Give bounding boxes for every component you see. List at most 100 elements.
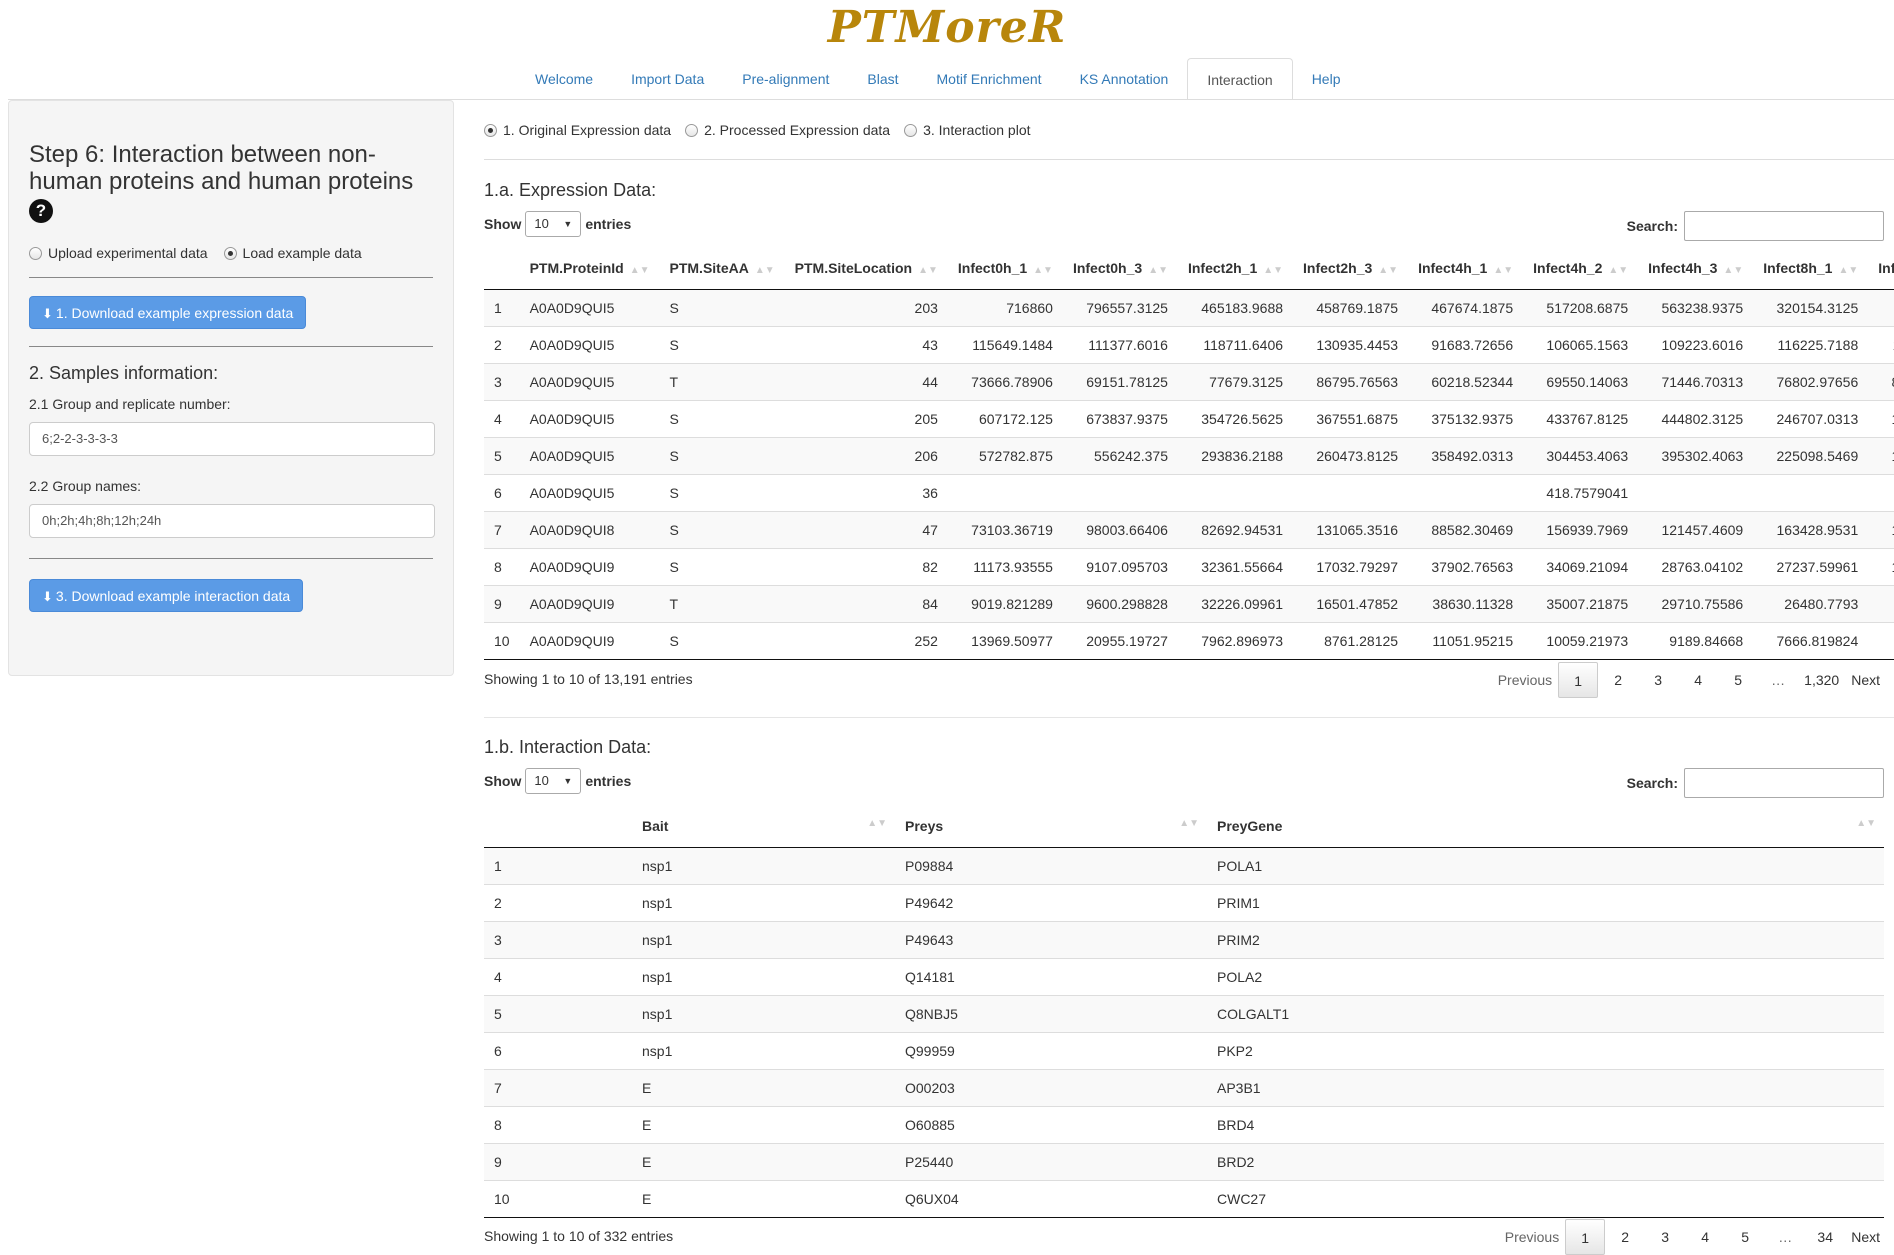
pagination-ellipsis: … (1771, 672, 1786, 688)
radio-circle-checked-icon[interactable] (484, 123, 497, 137)
column-header[interactable]: Infect4h_2 ▲▼ (1523, 247, 1639, 290)
table-row: 4 A0A0D9QUI5 S 205 607172.125 673837.9375 3547… (484, 399, 1894, 437)
table-cell: 109223.6016 (1638, 325, 1754, 363)
table-cell: P49643 (895, 920, 1207, 958)
table-cell: 4 (484, 399, 520, 437)
column-header[interactable]: PreyGene ▲▼ (1207, 805, 1884, 848)
radio-load-example[interactable]: Load example data (223, 245, 362, 261)
group-names-input[interactable]: 0h;2h;4h;8h;12h;24h (29, 504, 435, 538)
radio-circle-checked-icon[interactable] (223, 246, 237, 260)
page-button[interactable]: 4 (1678, 662, 1718, 698)
table-cell: 3 (484, 362, 520, 400)
table-cell: 73666.78906 (947, 362, 1063, 400)
column-header[interactable]: Infect8h_2▲▼ (1868, 247, 1894, 290)
column-header-label: Infect8h_1 (1763, 259, 1833, 276)
table-cell: 4 (484, 957, 632, 995)
column-header[interactable]: Infect2h_3 ▲▼ (1293, 247, 1409, 290)
data-source-radios: Upload experimental data Load example da… (29, 245, 433, 261)
column-header[interactable]: Infect2h_1 ▲▼ (1177, 247, 1294, 290)
tab-welcome[interactable]: Welcome (516, 58, 612, 100)
view-radio-option[interactable]: 3. Interaction plot (904, 122, 1031, 138)
sort-arrows-icon[interactable]: ▲▼ (1723, 265, 1743, 276)
sort-arrows-icon[interactable]: ▲▼ (1838, 265, 1858, 276)
expression-search-input[interactable] (1684, 211, 1884, 241)
view-radio-option[interactable]: 2. Processed Expression data (685, 122, 890, 138)
page-button[interactable]: 4 (1685, 1219, 1725, 1255)
question-circle-icon[interactable]: ? (29, 199, 53, 223)
page-button[interactable]: 5 (1718, 662, 1758, 698)
table-cell: 8 (484, 1105, 632, 1143)
column-header[interactable]: PTM.SiteLocation ▲▼ (784, 247, 948, 290)
download-expression-button[interactable]: ⬇ 1. Download example expression data (29, 296, 307, 329)
table-row: 6 nsp1 Q99959 PKP2 (484, 1031, 1884, 1069)
page-button[interactable]: 1 (1558, 662, 1599, 698)
column-header[interactable]: Preys ▲▼ (895, 805, 1207, 848)
page-button[interactable]: 1,320 (1798, 662, 1845, 698)
view-radio-option[interactable]: 1. Original Expression data (484, 122, 671, 138)
page-button[interactable]: 2 (1605, 1219, 1645, 1255)
tab-pre-alignment[interactable]: Pre-alignment (723, 58, 848, 100)
sort-arrows-icon[interactable]: ▲▼ (1148, 265, 1168, 276)
table-cell: 82692.94531 (1177, 510, 1294, 548)
sort-arrows-icon[interactable]: ▲▼ (1608, 265, 1628, 276)
sort-arrows-icon[interactable]: ▲▼ (918, 265, 938, 276)
next-button[interactable]: Next (1845, 1219, 1886, 1255)
page-button[interactable]: 2 (1598, 662, 1638, 698)
column-header[interactable]: Infect4h_3 ▲▼ (1638, 247, 1754, 290)
expression-page-size-select[interactable]: 10 ▼ (525, 211, 582, 237)
interaction-search-input[interactable] (1684, 768, 1884, 798)
sort-arrows-icon[interactable]: ▲▼ (867, 818, 887, 829)
table-cell: 9600.298828 (1062, 584, 1178, 622)
column-header[interactable]: Infect8h_1 ▲▼ (1753, 247, 1869, 290)
column-header[interactable]: PTM.SiteAA ▲▼ (659, 247, 785, 290)
interaction-page-size-select[interactable]: 10 ▼ (525, 768, 582, 794)
table-cell: 5 (484, 436, 520, 474)
column-header[interactable]: Infect4h_1 ▲▼ (1408, 247, 1524, 290)
sort-arrows-icon[interactable]: ▲▼ (1263, 265, 1283, 276)
sort-arrows-icon[interactable]: ▲▼ (1493, 265, 1513, 276)
table-cell: 10059.21973 (1523, 621, 1639, 660)
column-header[interactable]: PTM.ProteinId ▲▼ (519, 247, 660, 290)
column-header-label: Infect0h_1 (957, 259, 1028, 276)
table-cell: nsp1 (632, 883, 895, 921)
group-replicate-input[interactable]: 6;2-2-3-3-3-3 (29, 422, 435, 456)
radio-circle-icon[interactable] (29, 246, 42, 260)
table-row: 1 nsp1 P09884 POLA1 (484, 846, 1884, 884)
table-cell: 27237.59961 (1753, 547, 1869, 585)
next-button[interactable]: Next (1845, 662, 1886, 698)
table-cell: 73103.36719 (947, 510, 1063, 548)
sort-arrows-icon[interactable]: ▲▼ (1033, 265, 1053, 276)
sort-arrows-icon[interactable]: ▲▼ (1179, 818, 1199, 829)
column-header[interactable]: Infect0h_1 ▲▼ (947, 247, 1063, 290)
previous-button[interactable]: Previous (1499, 1219, 1565, 1255)
radio-circle-icon[interactable] (685, 123, 699, 137)
table-cell: O60885 (895, 1105, 1207, 1143)
page-button[interactable]: 5 (1725, 1219, 1765, 1255)
column-header-label: PTM.SiteLocation (794, 259, 913, 276)
page-button[interactable]: 34 (1805, 1219, 1845, 1255)
sort-arrows-icon[interactable]: ▲▼ (1378, 265, 1398, 276)
sort-arrows-icon[interactable]: ▲▼ (1856, 818, 1876, 829)
divider (484, 159, 1894, 160)
download-interaction-button[interactable]: ⬇ 3. Download example interaction data (29, 579, 304, 612)
tab-motif-enrichment[interactable]: Motif Enrichment (918, 58, 1061, 100)
column-header[interactable]: Bait ▲▼ (632, 805, 895, 848)
download-interaction-label: 3. Download example interaction data (55, 588, 291, 604)
sort-arrows-icon[interactable]: ▲▼ (630, 265, 650, 276)
tab-blast[interactable]: Blast (848, 58, 917, 100)
radio-circle-icon[interactable] (904, 123, 918, 137)
show-label: Show (484, 216, 522, 232)
page-button[interactable]: 3 (1645, 1219, 1685, 1255)
page-button[interactable]: 3 (1638, 662, 1678, 698)
tab-interaction[interactable]: Interaction (1187, 58, 1293, 100)
tab-help[interactable]: Help (1293, 58, 1360, 100)
column-header[interactable]: Infect0h_3 ▲▼ (1062, 247, 1178, 290)
page-button[interactable]: 1 (1565, 1219, 1606, 1255)
tab-import-data[interactable]: Import Data (612, 58, 723, 100)
radio-upload-experimental[interactable]: Upload experimental data (29, 245, 208, 261)
sort-arrows-icon[interactable]: ▲▼ (755, 265, 775, 276)
table-cell: 44 (784, 362, 948, 400)
expression-length-control: Show 10 ▼ entries (484, 211, 631, 237)
tab-ks-annotation[interactable]: KS Annotation (1061, 58, 1188, 100)
previous-button[interactable]: Previous (1492, 662, 1558, 698)
